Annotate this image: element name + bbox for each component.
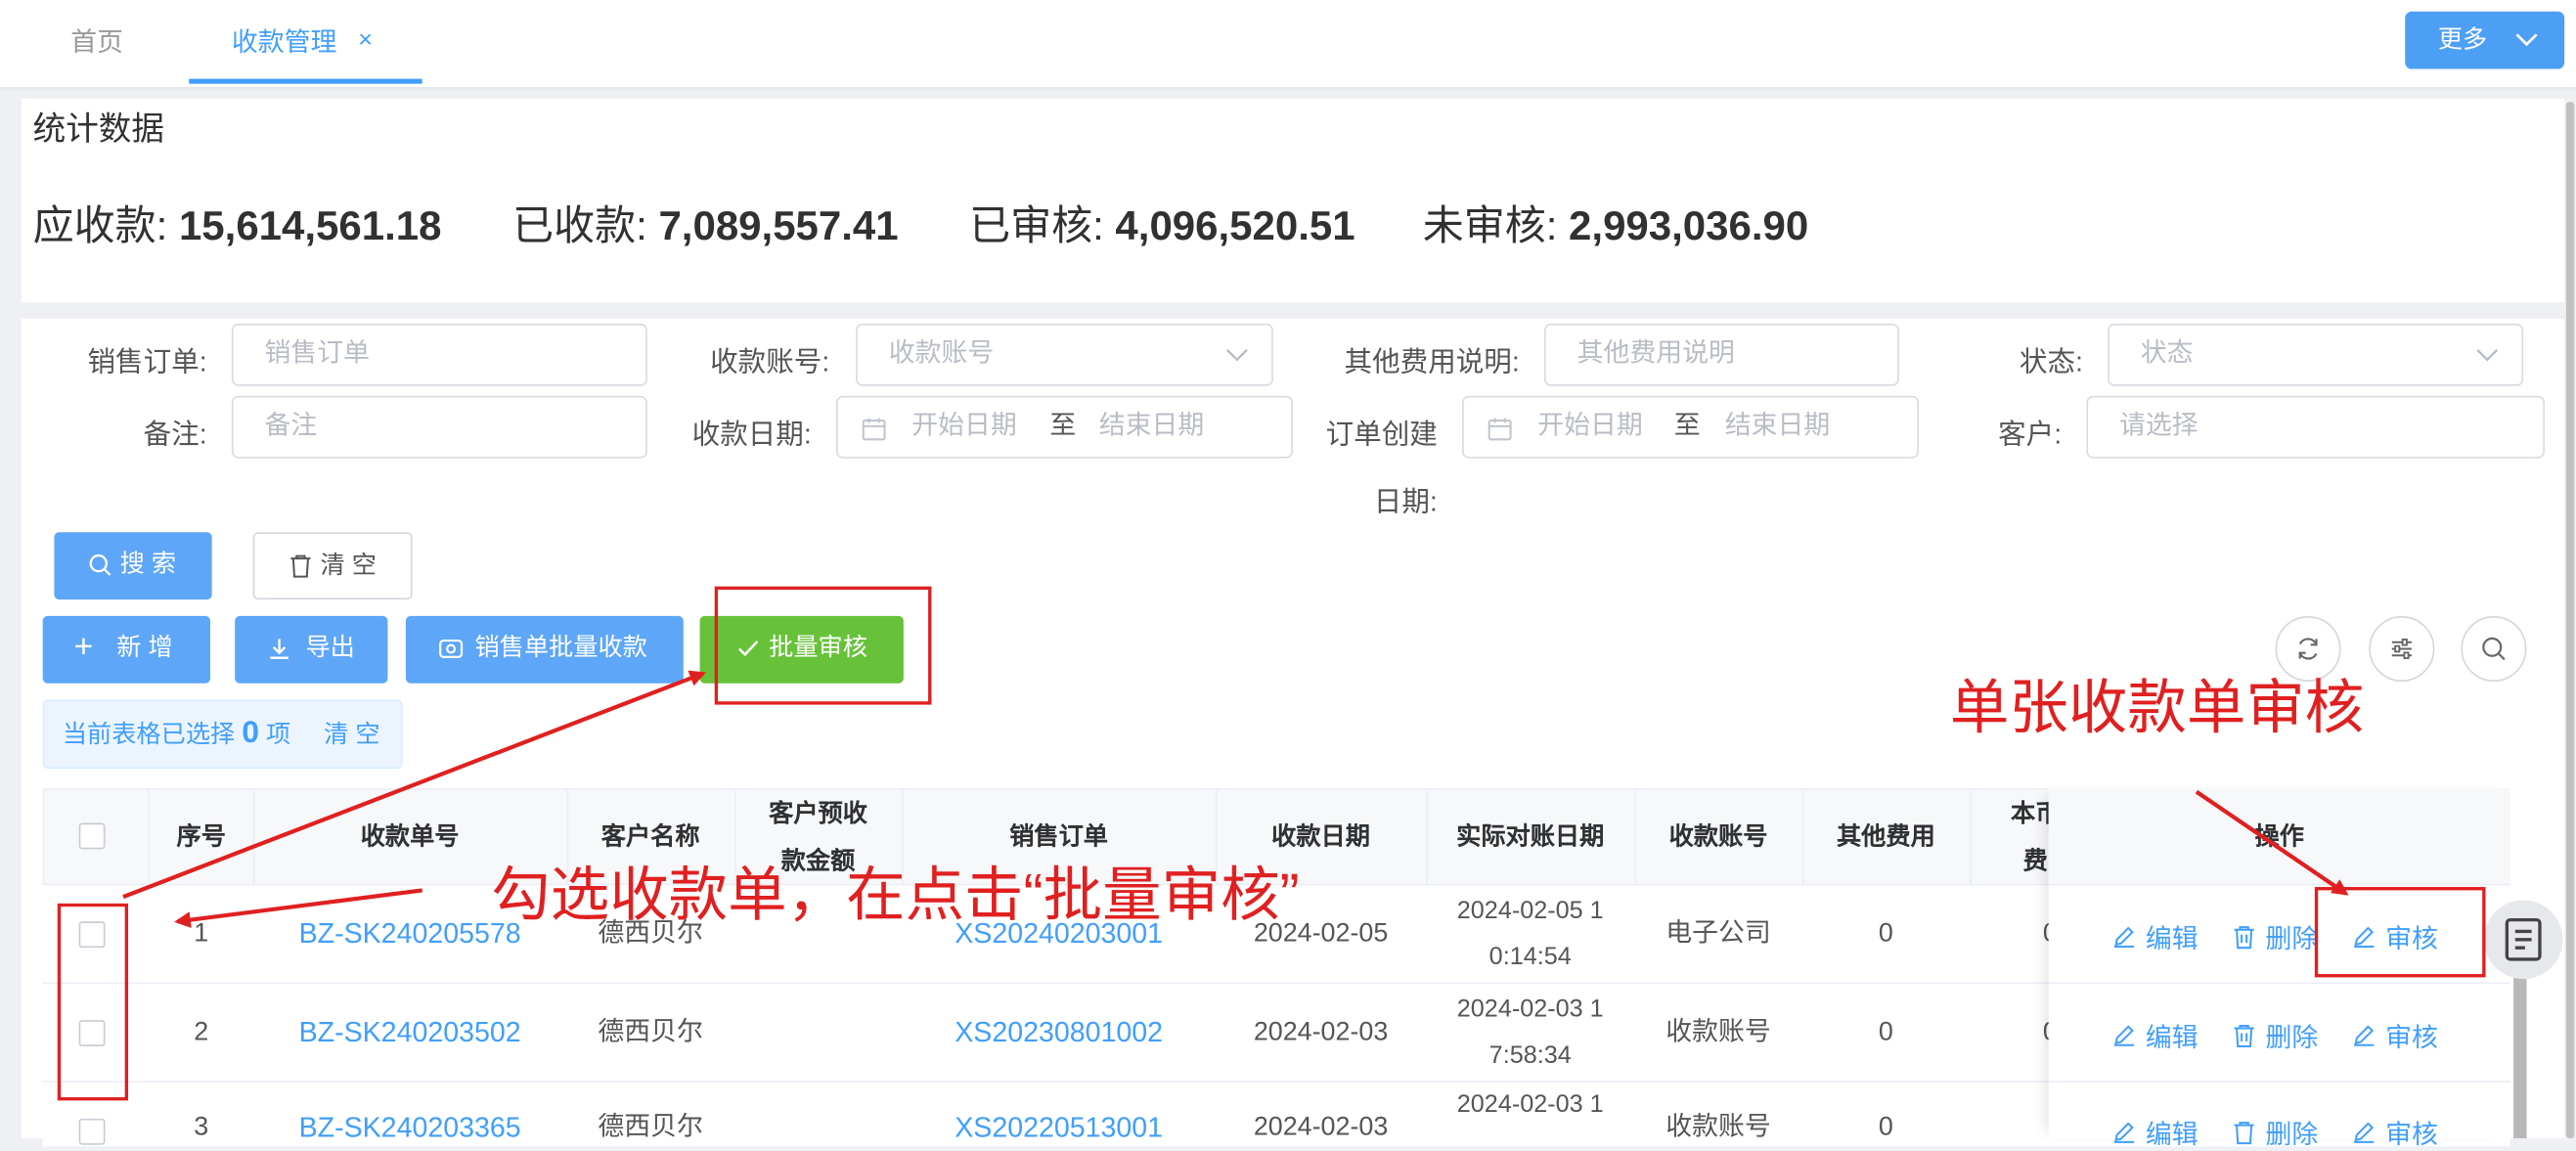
arrow-to-batch-audit [122, 670, 707, 900]
annotation-arrows [122, 670, 2349, 928]
arrow-to-checkbox [174, 888, 422, 928]
arrow-to-single-audit [2195, 789, 2349, 896]
